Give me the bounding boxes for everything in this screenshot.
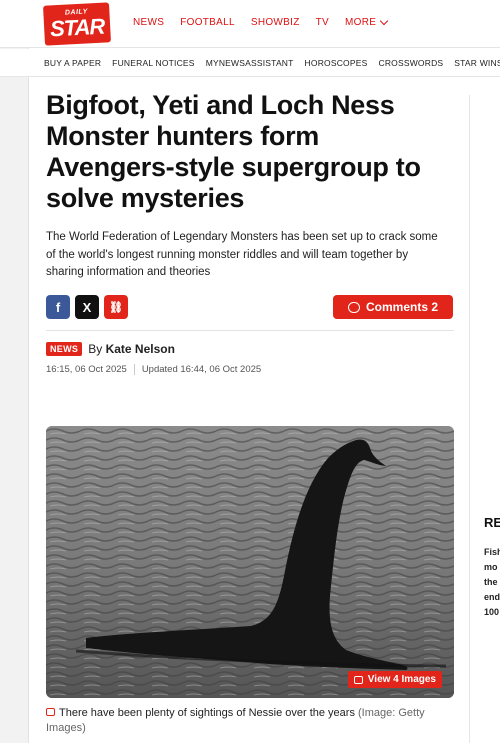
sidebar-heading: RE — [484, 515, 500, 530]
sidebar-line: end — [484, 592, 500, 602]
comment-bubble-icon — [347, 301, 360, 313]
camera-icon — [46, 708, 55, 716]
logo-main-text: STAR — [49, 13, 105, 42]
image-caption: There have been plenty of sightings of N… — [46, 706, 456, 736]
divider — [46, 330, 454, 331]
facebook-icon: f — [55, 299, 61, 315]
published-time: 16:15, 06 Oct 2025 — [46, 364, 127, 375]
article-dates: 16:15, 06 Oct 2025 Updated 16:44, 06 Oct… — [46, 364, 261, 375]
loch-ness-photo — [46, 426, 454, 698]
copy-link-button[interactable]: ⛓ — [104, 295, 128, 319]
main-nav: NEWS FOOTBALL SHOWBIZ TV MORE — [133, 16, 389, 28]
nav-football[interactable]: FOOTBALL — [180, 17, 235, 28]
comments-label: Comments 2 — [365, 300, 439, 314]
site-header: DAILY STAR NEWS FOOTBALL SHOWBIZ TV MORE — [0, 0, 500, 48]
section-tag[interactable]: NEWS — [46, 342, 83, 356]
daily-star-logo[interactable]: DAILY STAR — [42, 2, 112, 46]
sidebar-line: 100 — [484, 607, 500, 617]
x-share-button[interactable]: X — [75, 295, 99, 319]
subnav-horoscopes[interactable]: HOROSCOPES — [305, 58, 368, 68]
subnav-crosswords[interactable]: CROSSWORDS — [378, 58, 443, 68]
updated-time: Updated 16:44, 06 Oct 2025 — [141, 364, 262, 375]
nav-news[interactable]: NEWS — [133, 17, 164, 28]
x-icon: X — [82, 299, 92, 315]
secondary-nav: BUY A PAPER FUNERAL NOTICES MYNEWSASSIST… — [0, 49, 500, 77]
byline: NEWS By Kate Nelson — [46, 342, 175, 356]
subnav-funeral-notices[interactable]: FUNERAL NOTICES — [112, 58, 195, 68]
view-images-label: View 4 Images — [367, 674, 436, 685]
camera-icon — [353, 675, 363, 684]
facebook-share-button[interactable]: f — [46, 295, 70, 319]
link-icon: ⛓ — [109, 301, 123, 314]
nav-more-label: MORE — [345, 17, 377, 28]
article-standfirst: The World Federation of Legendary Monste… — [46, 231, 438, 278]
article-headline: Bigfoot, Yeti and Loch Ness Monster hunt… — [46, 90, 421, 213]
sidebar-line: the — [484, 577, 498, 587]
author-line: By Kate Nelson — [88, 342, 175, 356]
chevron-down-icon — [379, 16, 389, 25]
nav-more[interactable]: MORE — [345, 16, 389, 28]
by-prefix: By — [88, 342, 103, 356]
author-name[interactable]: Kate Nelson — [106, 342, 175, 356]
nav-tv[interactable]: TV — [316, 17, 329, 28]
right-sidebar: RE Fish mo the end 100 — [469, 95, 500, 743]
subnav-mynewsassistant[interactable]: MYNEWSASSISTANT — [206, 58, 294, 68]
sidebar-text[interactable]: Fish mo the end 100 — [484, 545, 500, 620]
page: DAILY STAR NEWS FOOTBALL SHOWBIZ TV MORE… — [0, 0, 500, 743]
hero-image[interactable]: View 4 Images — [46, 426, 454, 698]
subnav-star-wins[interactable]: STAR WINS CA — [454, 58, 500, 68]
sidebar-line: mo — [484, 562, 498, 572]
share-bar: f X ⛓ — [46, 295, 128, 319]
comments-button[interactable]: Comments 2 — [333, 295, 453, 319]
caption-text: There have been plenty of sightings of N… — [59, 707, 355, 719]
subnav-buy-a-paper[interactable]: BUY A PAPER — [44, 58, 101, 68]
nav-showbiz[interactable]: SHOWBIZ — [251, 17, 300, 28]
sidebar-line: Fish — [484, 547, 500, 557]
view-images-button[interactable]: View 4 Images — [347, 671, 442, 688]
